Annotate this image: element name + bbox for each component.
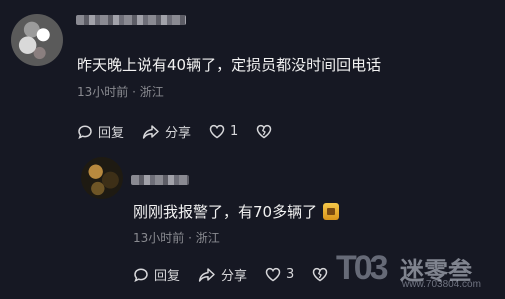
comment-text: 昨天晚上说有40辆了，定损员都没时间回电话 xyxy=(77,56,382,74)
comment-actions: 回复 分享 3 xyxy=(133,265,351,284)
share-arrow-icon xyxy=(198,267,215,282)
comment-meta: 13小时前 · 浙江 xyxy=(133,231,220,245)
like-count: 3 xyxy=(286,267,295,282)
like-button[interactable]: 3 xyxy=(265,267,294,282)
username-blurred[interactable] xyxy=(131,175,189,185)
watermark-url: www.703804.com xyxy=(402,279,481,290)
username-blurred[interactable] xyxy=(76,15,186,25)
comment-text: 刚刚我报警了，有70多辆了 xyxy=(133,202,340,222)
comment-actions: 回复 分享 1 xyxy=(77,122,295,141)
share-label: 分享 xyxy=(221,269,248,284)
dislike-button[interactable] xyxy=(256,124,277,139)
heart-icon xyxy=(265,267,281,282)
site-watermark: T03 迷零叁 www.703804.com xyxy=(330,245,502,295)
avatar[interactable] xyxy=(81,157,123,199)
watermark-logo: T03 xyxy=(336,249,389,287)
share-label: 分享 xyxy=(165,126,192,141)
heart-icon xyxy=(209,124,225,139)
broken-heart-icon xyxy=(257,124,272,139)
share-button[interactable]: 分享 xyxy=(142,122,191,141)
like-count: 1 xyxy=(230,124,239,139)
share-arrow-icon xyxy=(142,124,159,139)
comment-meta: 13小时前 · 浙江 xyxy=(77,85,164,99)
emoji-icon xyxy=(323,203,340,220)
reply-label: 回复 xyxy=(154,269,181,284)
chat-bubble-icon xyxy=(78,124,92,139)
avatar[interactable] xyxy=(11,14,63,66)
share-button[interactable]: 分享 xyxy=(198,265,247,284)
like-button[interactable]: 1 xyxy=(209,124,238,139)
broken-heart-icon xyxy=(313,267,328,282)
reply-button[interactable]: 回复 xyxy=(133,265,180,284)
reply-label: 回复 xyxy=(98,126,125,141)
reply-button[interactable]: 回复 xyxy=(77,122,124,141)
comment-text-content: 刚刚我报警了，有70多辆了 xyxy=(133,203,318,221)
chat-bubble-icon xyxy=(134,267,148,282)
